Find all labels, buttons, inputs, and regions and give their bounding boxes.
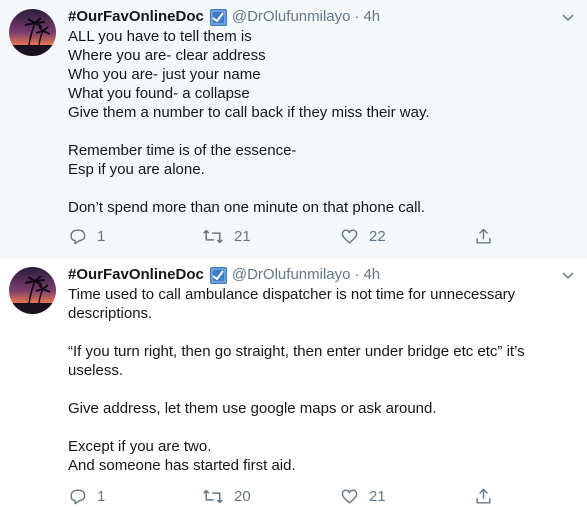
share-icon xyxy=(476,488,491,504)
verified-badge-icon xyxy=(209,266,227,284)
retweet-count: 20 xyxy=(234,488,251,505)
share-button[interactable] xyxy=(474,227,493,246)
author-handle[interactable]: @DrOlufunmilayo xyxy=(232,7,351,27)
tweet-actions: 1 21 22 xyxy=(68,227,508,247)
retweet-button[interactable]: 20 xyxy=(202,487,251,506)
tweet-text: ALL you have to tell them is Where you a… xyxy=(68,27,571,217)
like-button[interactable]: 21 xyxy=(340,487,386,506)
separator-dot: · xyxy=(354,8,360,25)
separator-dot: · xyxy=(354,266,360,283)
tweet-line: Time used to call ambulance dispatcher i… xyxy=(68,286,516,303)
tweet-1[interactable]: #OurFavOnlineDoc @DrOlufunmilayo · 4h AL… xyxy=(0,0,587,258)
chevron-down-icon[interactable] xyxy=(561,268,575,282)
tweet-line: useless. xyxy=(68,362,124,379)
share-button[interactable] xyxy=(474,487,493,506)
tweet-line: Except if you are two. xyxy=(68,438,212,455)
tweet-header: #OurFavOnlineDoc @DrOlufunmilayo · 4h xyxy=(68,7,571,27)
retweet-button[interactable]: 21 xyxy=(202,227,251,246)
tweet-line: What you found- a collapse xyxy=(68,85,250,102)
retweet-icon xyxy=(203,229,223,244)
tweet-line: Esp if you are alone. xyxy=(68,161,205,178)
reply-icon xyxy=(70,229,86,245)
tweet-header: #OurFavOnlineDoc @DrOlufunmilayo · 4h xyxy=(68,265,571,285)
chevron-down-icon[interactable] xyxy=(561,10,575,24)
like-button[interactable]: 22 xyxy=(340,227,386,246)
tweet-line: Give them a number to call back if they … xyxy=(68,104,430,121)
tweet-time[interactable]: 4h xyxy=(363,265,380,285)
heart-icon xyxy=(341,489,358,504)
author-handle[interactable]: @DrOlufunmilayo xyxy=(232,265,351,285)
tweet-line: Where you are- clear address xyxy=(68,47,266,64)
tweet-line: And someone has started first aid. xyxy=(68,457,296,474)
tweet-time[interactable]: 4h xyxy=(363,7,380,27)
avatar[interactable] xyxy=(9,9,56,56)
tweet-line: Who you are- just your name xyxy=(68,66,261,83)
reply-icon xyxy=(70,489,86,505)
tweet-actions: 1 20 21 xyxy=(68,487,508,507)
reply-count: 1 xyxy=(97,228,106,245)
tweet-line: Give address, let them use google maps o… xyxy=(68,400,437,417)
tweet-line: descriptions. xyxy=(68,305,153,322)
heart-icon xyxy=(341,229,358,244)
author-name[interactable]: #OurFavOnlineDoc xyxy=(68,7,204,27)
avatar[interactable] xyxy=(9,267,56,314)
tweet-line: “If you turn right, then go straight, th… xyxy=(68,343,525,360)
reply-button[interactable]: 1 xyxy=(68,227,105,246)
tweet-2[interactable]: #OurFavOnlineDoc @DrOlufunmilayo · 4h Ti… xyxy=(0,258,587,510)
tweet-line: ALL you have to tell them is xyxy=(68,28,252,45)
verified-badge-icon xyxy=(209,8,227,26)
like-count: 21 xyxy=(369,488,386,505)
author-name[interactable]: #OurFavOnlineDoc xyxy=(68,265,204,285)
tweet-text: Time used to call ambulance dispatcher i… xyxy=(68,285,571,475)
retweet-icon xyxy=(203,489,223,504)
reply-count: 1 xyxy=(97,488,106,505)
tweet-line: Don’t spend more than one minute on that… xyxy=(68,199,425,216)
share-icon xyxy=(476,228,491,244)
reply-button[interactable]: 1 xyxy=(68,487,105,506)
retweet-count: 21 xyxy=(234,228,251,245)
tweet-line: Remember time is of the essence- xyxy=(68,142,297,159)
like-count: 22 xyxy=(369,228,386,245)
